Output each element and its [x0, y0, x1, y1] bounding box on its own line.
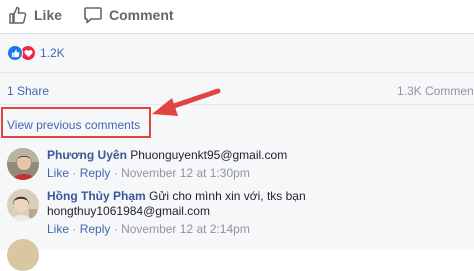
annotation-arrow	[152, 88, 221, 116]
like-reaction-icon	[7, 45, 23, 61]
